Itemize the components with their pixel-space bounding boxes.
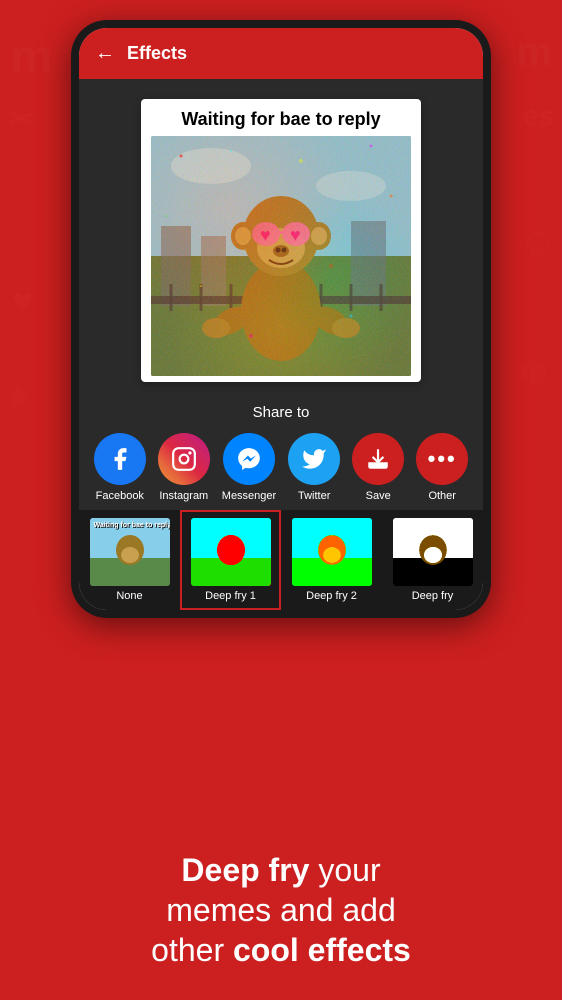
phone-screen: ← Effects Waiting for bae to reply: [79, 28, 483, 610]
doodle-smiley: ☺: [519, 220, 556, 262]
twitter-icon: [288, 433, 340, 485]
noise-overlay: [151, 136, 411, 376]
effect-df3-thumb: Waiting for bae to reply: [393, 518, 473, 586]
thumb-text-none: Waiting for bae to reply: [94, 522, 170, 529]
doodle-scissors: ✂: [8, 100, 35, 138]
share-icons-row: Facebook Instagram Messenger: [84, 433, 478, 502]
messenger-icon: [223, 433, 275, 485]
share-section: Share to Facebook Instagram: [79, 392, 483, 510]
save-icon: [352, 433, 404, 485]
share-label: Share to: [253, 404, 310, 421]
instagram-icon: [158, 433, 210, 485]
share-other[interactable]: ••• Other: [416, 433, 468, 502]
doodle-heart: ♥: [12, 280, 33, 322]
effect-deep-fry-1[interactable]: Waiting for bae to reply Deep fry 1: [180, 510, 281, 610]
meme-image: ♥ ♥: [151, 136, 411, 376]
effect-df2-label: Deep fry 2: [306, 590, 357, 602]
effect-none-thumb: Waiting for bae to reply: [90, 518, 170, 586]
effect-deep-fry-3[interactable]: Waiting for bae to reply Deep fry: [382, 510, 483, 610]
tagline-bold-3: cool effects: [233, 932, 411, 968]
doodle-m-left: m: [10, 30, 53, 85]
facebook-icon: [94, 433, 146, 485]
share-facebook[interactable]: Facebook: [94, 433, 146, 502]
twitter-label: Twitter: [298, 490, 330, 502]
other-icon: •••: [416, 433, 468, 485]
other-label: Other: [428, 490, 456, 502]
doodle-star: ★: [6, 380, 31, 413]
doodle-candy: 🍭: [519, 360, 554, 393]
bottom-tagline-section: Deep fry your memes and add other cool e…: [0, 850, 562, 970]
doodle-m-right: m: [516, 30, 552, 75]
tagline-normal-1: your: [309, 852, 380, 888]
doodle-es-right: es: [523, 100, 554, 132]
top-bar: ← Effects: [79, 28, 483, 79]
tagline-bold-1: Deep fry: [181, 852, 309, 888]
facebook-label: Facebook: [96, 490, 144, 502]
share-twitter[interactable]: Twitter: [288, 433, 340, 502]
bottom-tagline: Deep fry your memes and add other cool e…: [40, 850, 522, 970]
save-label: Save: [366, 490, 391, 502]
tagline-line2: memes and add: [166, 892, 395, 928]
content-area: Waiting for bae to reply: [79, 79, 483, 392]
meme-title: Waiting for bae to reply: [151, 109, 411, 130]
share-save[interactable]: Save: [352, 433, 404, 502]
effect-deep-fry-2[interactable]: Waiting for bae to reply Deep fry 2: [281, 510, 382, 610]
share-instagram[interactable]: Instagram: [158, 433, 210, 502]
effects-row: Waiting for bae to reply None Waiting fo…: [79, 510, 483, 610]
effect-df3-label: Deep fry: [412, 590, 454, 602]
back-button[interactable]: ←: [95, 42, 115, 65]
instagram-label: Instagram: [159, 490, 208, 502]
effect-df1-thumb: Waiting for bae to reply: [191, 518, 271, 586]
meme-card: Waiting for bae to reply: [141, 99, 421, 382]
effect-df1-label: Deep fry 1: [205, 590, 256, 602]
tagline-normal-3: other: [151, 932, 233, 968]
effect-df2-thumb: Waiting for bae to reply: [292, 518, 372, 586]
share-messenger[interactable]: Messenger: [222, 433, 276, 502]
screen-title: Effects: [127, 43, 187, 64]
messenger-label: Messenger: [222, 490, 276, 502]
effect-none[interactable]: Waiting for bae to reply None: [79, 510, 180, 610]
effect-none-label: None: [116, 590, 142, 602]
phone-mockup: ← Effects Waiting for bae to reply: [71, 20, 491, 618]
